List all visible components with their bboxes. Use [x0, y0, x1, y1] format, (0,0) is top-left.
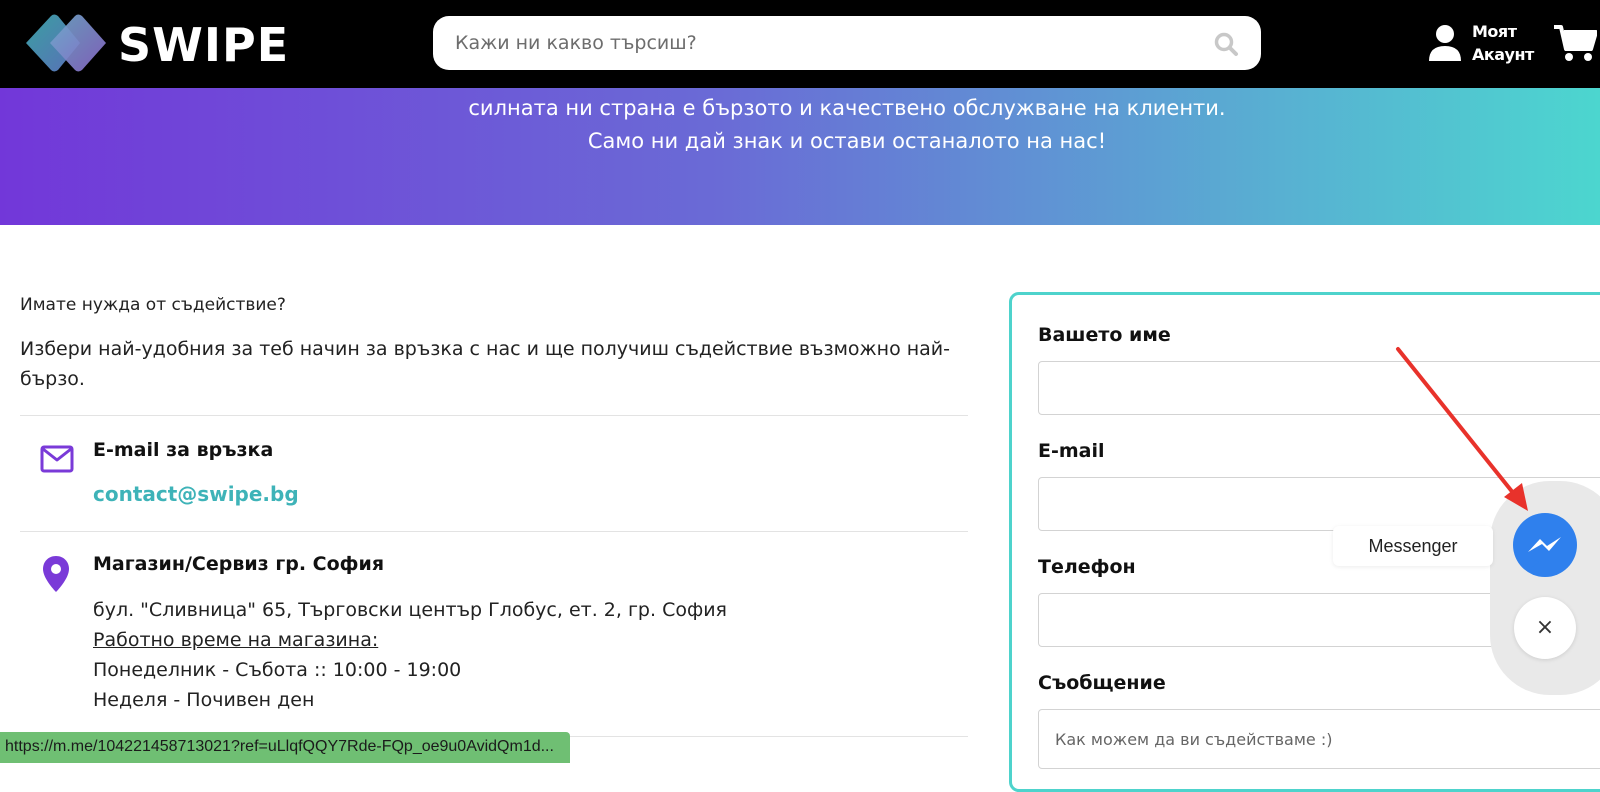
- email-section-title: E-mail за връзка: [93, 439, 274, 461]
- hero-banner: силната ни страна е бързото и качествено…: [0, 88, 1600, 225]
- site-header: SWIPE Моят Акаунт: [0, 0, 1600, 88]
- banner-text-line2: Само ни дай знак и остави останалото на …: [587, 129, 1107, 153]
- help-heading: Имате нужда от съдействие?: [20, 295, 286, 315]
- logo-text: SWIPE: [118, 18, 290, 72]
- envelope-icon: [40, 445, 74, 473]
- browser-status-bar: https://m.me/104221458713021?ref=uLlqfQQ…: [0, 732, 570, 763]
- search-icon[interactable]: [1213, 31, 1239, 57]
- close-icon: ×: [1535, 615, 1555, 640]
- account-label-line1: Моят: [1472, 22, 1517, 41]
- store-hours-sunday: Неделя - Почивен ден: [93, 689, 315, 711]
- search-input[interactable]: [455, 16, 1195, 70]
- account-link[interactable]: Моят Акаунт: [1428, 20, 1538, 66]
- phone-label: Телефон: [1038, 556, 1136, 578]
- site-logo[interactable]: SWIPE: [18, 10, 308, 76]
- cart-icon[interactable]: [1553, 24, 1597, 62]
- account-label: Моят Акаунт: [1472, 20, 1534, 66]
- store-details: бул. "Сливница" 65, Търговски център Гло…: [93, 595, 727, 715]
- user-icon: [1429, 25, 1461, 61]
- name-field[interactable]: [1038, 361, 1600, 415]
- store-section-title: Магазин/Сервиз гр. София: [93, 553, 385, 575]
- account-label-line2: Акаунт: [1472, 45, 1534, 64]
- help-description: Избери най-удобния за теб начин за връзк…: [20, 338, 951, 390]
- name-label: Вашето име: [1038, 324, 1171, 346]
- message-label: Съобщение: [1038, 672, 1166, 694]
- messenger-tooltip: Messenger: [1333, 526, 1493, 566]
- store-hours-label: Работно време на магазина:: [93, 629, 379, 651]
- messenger-close-button[interactable]: ×: [1514, 597, 1576, 659]
- messenger-icon[interactable]: [1511, 512, 1579, 580]
- store-address: бул. "Сливница" 65, Търговски център Гло…: [93, 599, 727, 621]
- logo-mark-icon: [26, 14, 106, 72]
- location-pin-icon: [43, 556, 69, 592]
- divider: [20, 415, 968, 416]
- store-hours-weekdays: Понеделник - Събота :: 10:00 - 19:00: [93, 659, 462, 681]
- contact-email-link[interactable]: contact@swipe.bg: [93, 482, 299, 506]
- search-bar: [433, 16, 1261, 70]
- status-url: https://m.me/104221458713021?ref=uLlqfQQ…: [5, 738, 554, 755]
- email-label: E-mail: [1038, 440, 1105, 462]
- banner-text-line1: силната ни страна е бързото и качествено…: [468, 96, 1226, 120]
- divider: [20, 531, 968, 532]
- message-field[interactable]: [1038, 709, 1600, 769]
